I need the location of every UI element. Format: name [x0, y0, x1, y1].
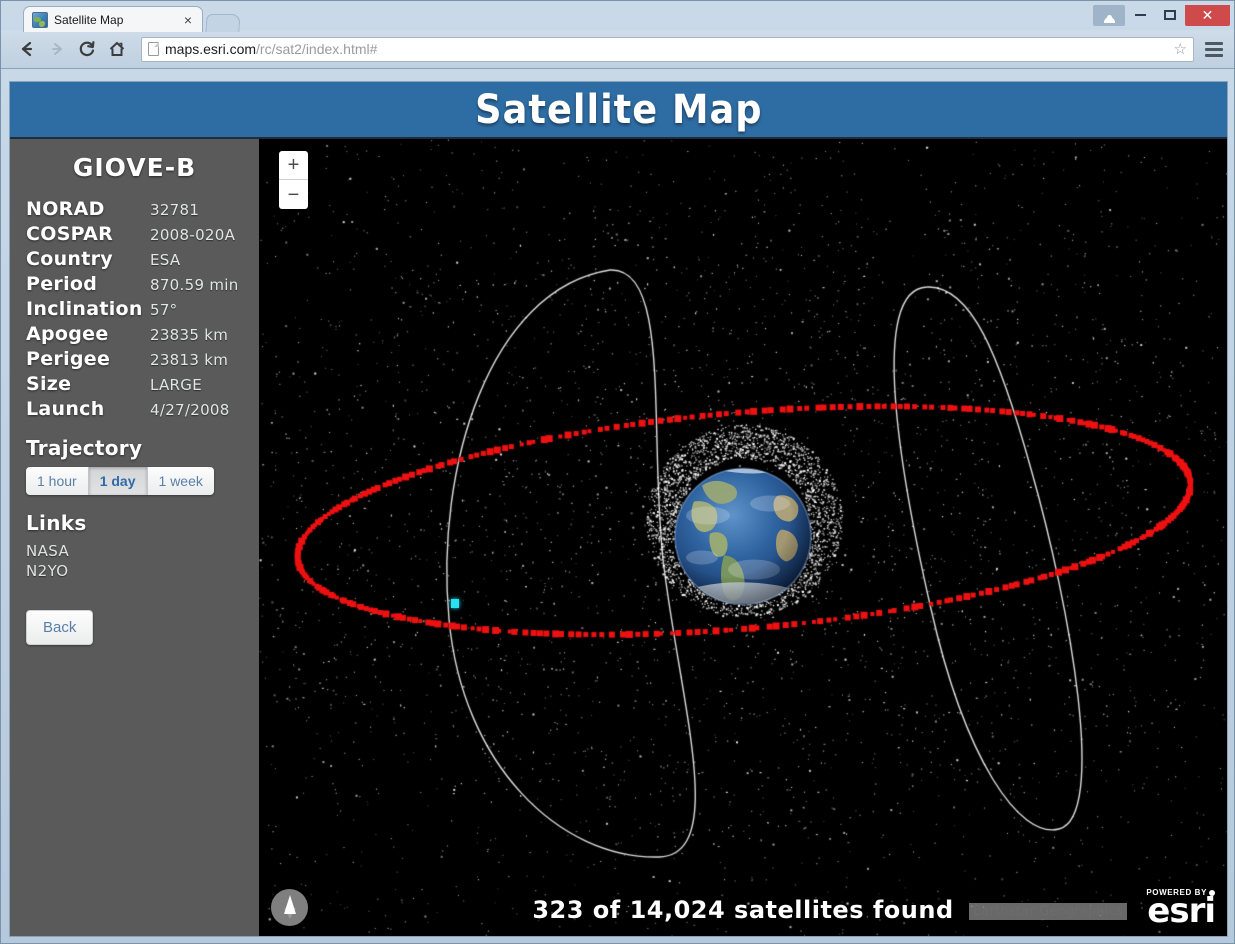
trajectory-heading: Trajectory	[26, 436, 143, 460]
info-value: ESA	[150, 251, 181, 269]
esri-logo: POWERED BY esri	[1146, 889, 1216, 932]
globe-map-icon	[32, 11, 48, 28]
info-label: Launch	[26, 398, 105, 420]
info-row: COSPAR 2008-020A	[26, 223, 243, 245]
back-icon[interactable]	[13, 35, 41, 63]
info-row: Period 870.59 min	[26, 273, 243, 295]
info-label: Inclination	[26, 298, 143, 320]
bookmark-star-icon[interactable]: ☆	[1174, 40, 1187, 58]
back-button[interactable]: Back	[26, 610, 94, 645]
info-value: 870.59 min	[150, 276, 239, 294]
url-path: /rc/sat2/index.html#	[256, 41, 378, 57]
trajectory-option-1-day[interactable]: 1 day	[88, 467, 148, 495]
tab-strip: Satellite Map × ✕	[1, 1, 1234, 32]
hamburger-menu-icon[interactable]	[1202, 41, 1226, 57]
info-value: 2008-020A	[150, 226, 236, 244]
info-label: COSPAR	[26, 223, 114, 245]
info-value: 4/27/2008	[150, 401, 230, 419]
tab-title: Satellite Map	[54, 12, 124, 27]
close-window-button[interactable]: ✕	[1185, 4, 1230, 26]
minimize-button[interactable]	[1125, 5, 1155, 26]
map-attribution: Earthstar Geographics	[969, 903, 1127, 920]
trajectory-button-group: 1 hour 1 day 1 week	[26, 467, 214, 495]
zoom-controls: + −	[279, 151, 308, 209]
link-nasa[interactable]: NASA	[26, 542, 243, 560]
links-heading: Links	[26, 511, 87, 535]
info-row: Inclination 57°	[26, 298, 243, 320]
trajectory-option-1-hour[interactable]: 1 hour	[26, 467, 89, 495]
zoom-out-button[interactable]: −	[279, 180, 308, 209]
info-label: NORAD	[26, 198, 105, 220]
info-value: 23813 km	[150, 351, 229, 369]
satellite-info-list: NORAD 32781 COSPAR 2008-020A Country ESA Perio…	[26, 198, 243, 420]
info-row: Perigee 23813 km	[26, 348, 243, 370]
url-text: maps.esri.com/rc/sat2/index.html#	[165, 41, 1168, 57]
info-label: Apogee	[26, 323, 109, 345]
info-value: 57°	[150, 301, 178, 319]
forward-icon	[43, 35, 71, 63]
links-list: NASA N2YO	[26, 542, 243, 580]
window-controls: ✕	[1093, 3, 1230, 27]
app-body: GIOVE-B NORAD 32781 COSPAR 2008-020A Country…	[10, 139, 1227, 936]
satellite-name: GIOVE-B	[72, 153, 197, 182]
info-value: LARGE	[150, 376, 202, 394]
page-title: Satellite Map	[474, 86, 763, 133]
info-label: Perigee	[26, 348, 111, 370]
home-icon[interactable]	[103, 35, 131, 63]
selected-satellite-marker[interactable]	[451, 599, 459, 608]
user-profile-icon[interactable]	[1093, 4, 1125, 26]
close-tab-icon[interactable]: ×	[180, 13, 196, 27]
maximize-button[interactable]	[1155, 5, 1185, 26]
navigation-toolbar: maps.esri.com/rc/sat2/index.html# ☆	[1, 30, 1234, 69]
link-n2yo[interactable]: N2YO	[26, 562, 243, 580]
new-tab-button[interactable]	[205, 14, 241, 32]
info-row: Country ESA	[26, 248, 243, 270]
reload-icon[interactable]	[73, 35, 101, 63]
app-viewport: Satellite Map GIOVE-B NORAD 32781 COSPAR 20…	[9, 81, 1228, 937]
esri-wordmark: esri	[1147, 891, 1216, 932]
info-value: 32781	[150, 201, 200, 219]
app-banner: Satellite Map	[10, 82, 1227, 139]
info-row: Apogee 23835 km	[26, 323, 243, 345]
trajectory-option-1-week[interactable]: 1 week	[147, 467, 214, 495]
info-row: Size LARGE	[26, 373, 243, 395]
earth-globe	[658, 451, 828, 626]
info-label: Country	[26, 248, 113, 270]
info-label: Period	[26, 273, 98, 295]
url-host: maps.esri.com	[165, 41, 257, 57]
info-value: 23835 km	[150, 326, 229, 344]
info-row: NORAD 32781	[26, 198, 243, 220]
satellite-map-canvas[interactable]: + − 323 of 14,024 satellites found Earth…	[259, 139, 1227, 936]
page-document-icon	[148, 42, 159, 56]
info-row: Launch 4/27/2008	[26, 398, 243, 420]
zoom-in-button[interactable]: +	[279, 151, 308, 180]
browser-tab[interactable]: Satellite Map ×	[23, 6, 203, 32]
browser-window: Satellite Map × ✕ maps.esri.com/rc/sat2/…	[0, 0, 1235, 944]
satellite-info-sidebar: GIOVE-B NORAD 32781 COSPAR 2008-020A Country…	[10, 139, 259, 936]
info-label: Size	[26, 373, 72, 395]
address-bar[interactable]: maps.esri.com/rc/sat2/index.html# ☆	[141, 36, 1194, 62]
